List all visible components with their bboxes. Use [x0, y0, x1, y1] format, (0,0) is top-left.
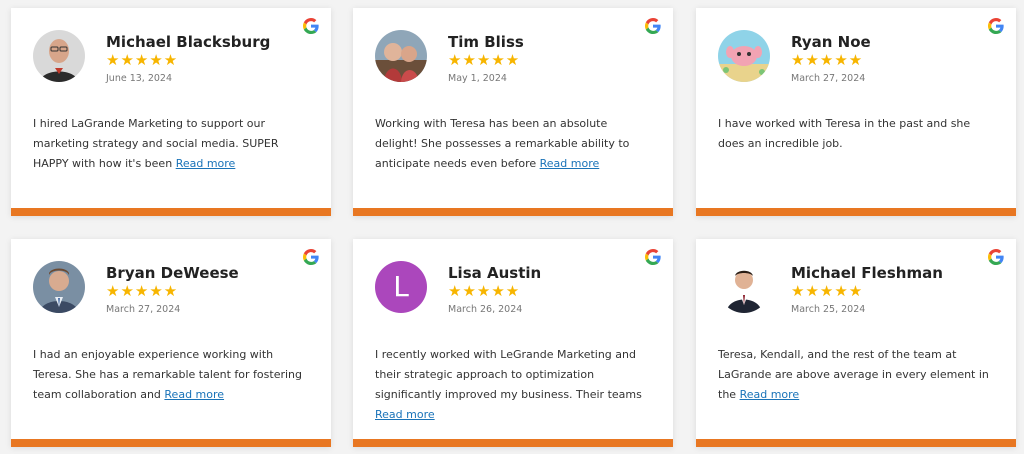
card-accent-bar — [696, 439, 1016, 447]
reviewer-avatar — [33, 30, 85, 82]
review-date: March 26, 2024 — [448, 304, 523, 315]
card-accent-bar — [353, 439, 673, 447]
google-g-icon — [645, 249, 661, 265]
review-text: I hired LaGrande Marketing to support ou… — [33, 114, 309, 174]
reviewer-name: Michael Fleshman — [791, 264, 943, 282]
review-date: March 27, 2024 — [106, 304, 181, 315]
review-card: Michael Fleshman ★★★★★ March 25, 2024 Te… — [696, 239, 1016, 447]
review-text: I had an enjoyable experience working wi… — [33, 345, 309, 405]
rating-stars: ★★★★★ — [106, 282, 179, 300]
reviewer-avatar — [718, 30, 770, 82]
review-text-body: I recently worked with LeGrande Marketin… — [375, 348, 642, 401]
review-text: I have worked with Teresa in the past an… — [718, 114, 994, 154]
rating-stars: ★★★★★ — [106, 51, 179, 69]
read-more-link[interactable]: Read more — [375, 408, 435, 421]
google-g-icon — [303, 18, 319, 34]
read-more-link[interactable]: Read more — [540, 157, 600, 170]
review-text-body: I hired LaGrande Marketing to support ou… — [33, 117, 279, 170]
rating-stars: ★★★★★ — [448, 51, 521, 69]
reviewer-avatar — [33, 261, 85, 313]
card-accent-bar — [11, 208, 331, 216]
reviewer-name: Michael Blacksburg — [106, 33, 271, 51]
read-more-link[interactable]: Read more — [740, 388, 800, 401]
review-text: Working with Teresa has been an absolute… — [375, 114, 651, 174]
read-more-link[interactable]: Read more — [164, 388, 224, 401]
reviewer-name: Tim Bliss — [448, 33, 524, 51]
google-g-icon — [988, 249, 1004, 265]
reviewer-name: Lisa Austin — [448, 264, 542, 282]
rating-stars: ★★★★★ — [791, 282, 864, 300]
google-g-icon — [645, 18, 661, 34]
rating-stars: ★★★★★ — [791, 51, 864, 69]
review-card: Ryan Noe ★★★★★ March 27, 2024 I have wor… — [696, 8, 1016, 216]
review-text: I recently worked with LeGrande Marketin… — [375, 345, 651, 425]
read-more-link[interactable]: Read more — [176, 157, 236, 170]
review-date: June 13, 2024 — [106, 73, 173, 84]
card-accent-bar — [696, 208, 1016, 216]
review-card: Michael Blacksburg ★★★★★ June 13, 2024 I… — [11, 8, 331, 216]
reviewer-avatar — [375, 30, 427, 82]
reviewer-avatar — [718, 261, 770, 313]
review-date: March 25, 2024 — [791, 304, 866, 315]
google-g-icon — [303, 249, 319, 265]
review-date: March 27, 2024 — [791, 73, 866, 84]
card-accent-bar — [11, 439, 331, 447]
google-g-icon — [988, 18, 1004, 34]
reviewer-name: Bryan DeWeese — [106, 264, 239, 282]
review-text: Teresa, Kendall, and the rest of the tea… — [718, 345, 994, 405]
review-date: May 1, 2024 — [448, 73, 507, 84]
review-card: L Lisa Austin ★★★★★ March 26, 2024 I rec… — [353, 239, 673, 447]
reviewer-avatar: L — [375, 261, 427, 313]
review-card: Tim Bliss ★★★★★ May 1, 2024 Working with… — [353, 8, 673, 216]
card-accent-bar — [353, 208, 673, 216]
rating-stars: ★★★★★ — [448, 282, 521, 300]
review-card: Bryan DeWeese ★★★★★ March 27, 2024 I had… — [11, 239, 331, 447]
reviewer-name: Ryan Noe — [791, 33, 871, 51]
review-text-body: I have worked with Teresa in the past an… — [718, 117, 971, 150]
